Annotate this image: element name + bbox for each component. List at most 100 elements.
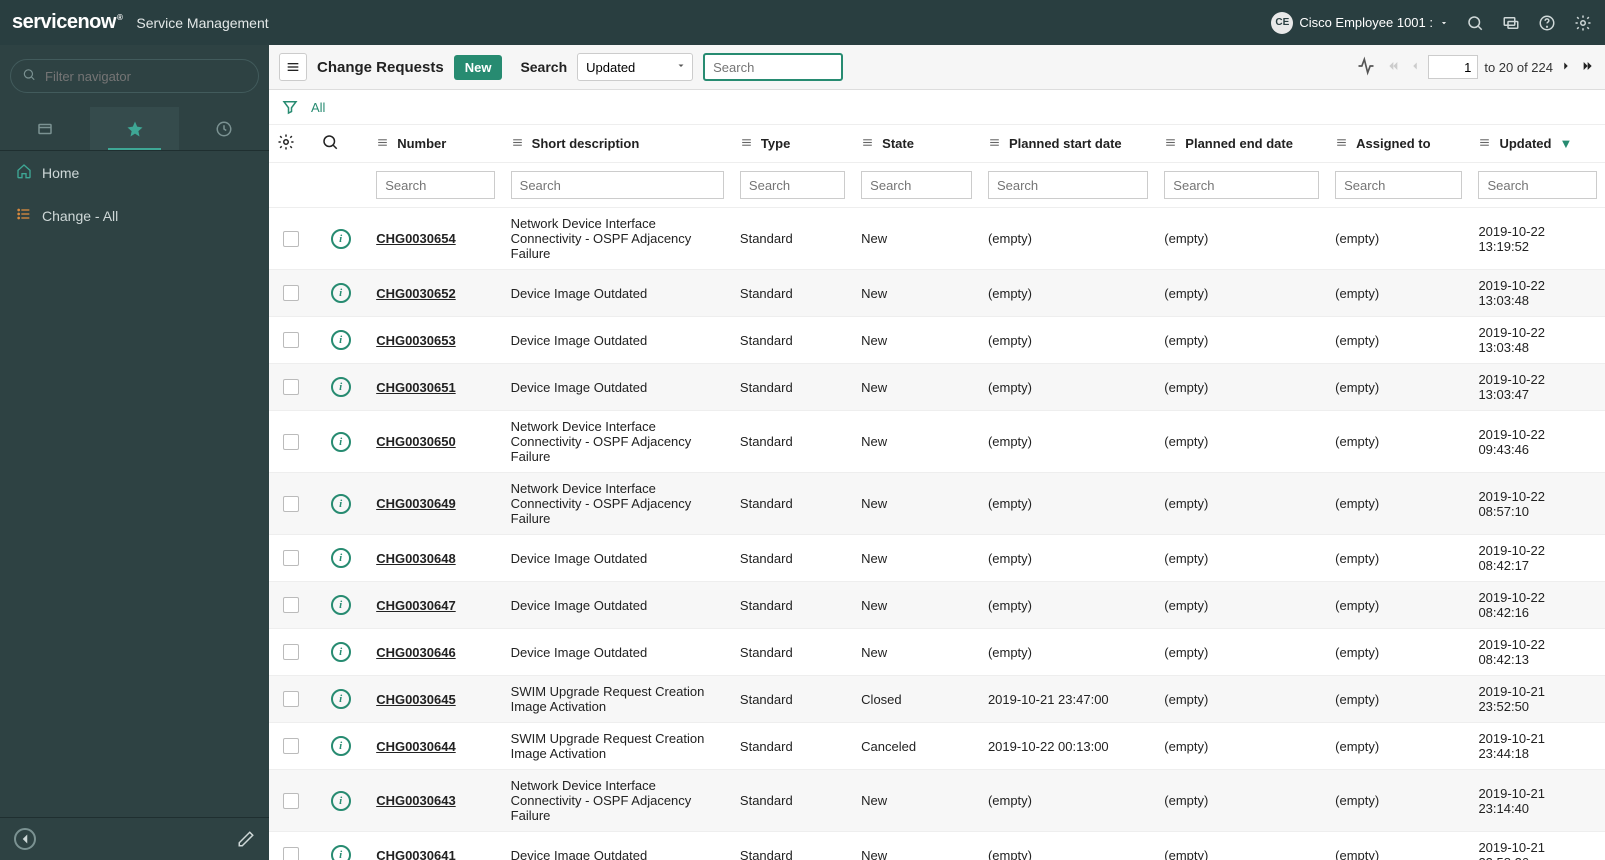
search-row-toggle[interactable]	[321, 133, 339, 151]
column-header-planned_end[interactable]: Planned end date	[1156, 125, 1327, 163]
row-preview-button[interactable]: i	[331, 689, 351, 709]
record-number-link[interactable]: CHG0030646	[376, 645, 456, 660]
breadcrumb-all[interactable]: All	[311, 100, 325, 115]
row-checkbox[interactable]	[283, 434, 299, 450]
column-header-type[interactable]: Type	[732, 125, 853, 163]
column-filter-planned_start[interactable]	[988, 171, 1148, 199]
edit-favorites-button[interactable]	[237, 830, 255, 848]
record-number-link[interactable]: CHG0030645	[376, 692, 456, 707]
column-filter-planned_end[interactable]	[1164, 171, 1319, 199]
nav-tab-favorites[interactable]	[90, 107, 180, 150]
list-search-input[interactable]	[703, 53, 843, 81]
gear-icon	[1574, 14, 1592, 32]
column-header-state[interactable]: State	[853, 125, 980, 163]
page-next-button[interactable]	[1559, 59, 1573, 76]
column-filter-number[interactable]	[376, 171, 494, 199]
row-preview-button[interactable]: i	[331, 845, 351, 860]
cell-planned-start: (empty)	[980, 208, 1156, 270]
row-checkbox[interactable]	[283, 847, 299, 860]
record-number-link[interactable]: CHG0030644	[376, 739, 456, 754]
row-preview-button[interactable]: i	[331, 736, 351, 756]
column-filter-type[interactable]	[740, 171, 845, 199]
column-header-planned_start[interactable]: Planned start date	[980, 125, 1156, 163]
column-header-assigned_to[interactable]: Assigned to	[1327, 125, 1470, 163]
column-header-short_description[interactable]: Short description	[503, 125, 732, 163]
cell-short-description: Network Device Interface Connectivity - …	[503, 208, 732, 270]
page-number-input[interactable]	[1428, 55, 1478, 79]
row-preview-button[interactable]: i	[331, 494, 351, 514]
row-preview-button[interactable]: i	[331, 595, 351, 615]
record-number-link[interactable]: CHG0030651	[376, 380, 456, 395]
pagination: to 20 of 224	[1386, 55, 1595, 79]
breadcrumb-bar: All	[269, 90, 1605, 125]
hamburger-icon	[285, 59, 301, 75]
row-checkbox[interactable]	[283, 550, 299, 566]
column-menu-icon	[511, 136, 524, 152]
row-checkbox[interactable]	[283, 379, 299, 395]
record-number-link[interactable]: CHG0030654	[376, 231, 456, 246]
column-header-number[interactable]: Number	[368, 125, 502, 163]
record-number-link[interactable]: CHG0030650	[376, 434, 456, 449]
record-number-link[interactable]: CHG0030649	[376, 496, 456, 511]
filter-funnel-icon[interactable]	[281, 98, 299, 116]
collapse-navigator-button[interactable]	[14, 828, 36, 850]
column-filter-updated[interactable]	[1478, 171, 1597, 199]
search-field-select[interactable]	[577, 53, 693, 81]
column-label: Number	[397, 136, 446, 151]
column-header-updated[interactable]: Updated▼	[1470, 125, 1605, 163]
cell-short-description: Device Image Outdated	[503, 832, 732, 860]
apps-icon	[36, 120, 54, 138]
column-filter-state[interactable]	[861, 171, 972, 199]
filter-navigator-input[interactable]	[10, 59, 259, 93]
record-number-link[interactable]: CHG0030653	[376, 333, 456, 348]
page-first-button[interactable]	[1386, 58, 1402, 77]
row-checkbox[interactable]	[283, 644, 299, 660]
record-number-link[interactable]: CHG0030652	[376, 286, 456, 301]
column-menu-icon	[740, 136, 753, 152]
activity-stream-button[interactable]	[1356, 56, 1376, 79]
row-checkbox[interactable]	[283, 597, 299, 613]
row-checkbox[interactable]	[283, 691, 299, 707]
row-checkbox[interactable]	[283, 332, 299, 348]
chevron-left-icon	[16, 830, 34, 848]
cell-type: Standard	[732, 676, 853, 723]
global-search-button[interactable]	[1465, 13, 1485, 33]
nav-tab-history[interactable]	[179, 107, 269, 150]
row-checkbox[interactable]	[283, 231, 299, 247]
row-preview-button[interactable]: i	[331, 283, 351, 303]
column-label: Updated	[1499, 136, 1551, 151]
row-preview-button[interactable]: i	[331, 377, 351, 397]
help-button[interactable]	[1537, 13, 1557, 33]
row-preview-button[interactable]: i	[331, 791, 351, 811]
nav-tab-all-apps[interactable]	[0, 107, 90, 150]
cell-updated: 2019-10-22 09:43:46	[1470, 411, 1605, 473]
settings-button[interactable]	[1573, 13, 1593, 33]
chat-button[interactable]	[1501, 13, 1521, 33]
row-preview-button[interactable]: i	[331, 642, 351, 662]
column-filter-assigned_to[interactable]	[1335, 171, 1462, 199]
new-button[interactable]: New	[454, 55, 503, 80]
record-number-link[interactable]: CHG0030643	[376, 793, 456, 808]
row-preview-button[interactable]: i	[331, 229, 351, 249]
page-last-button[interactable]	[1579, 58, 1595, 77]
record-number-link[interactable]: CHG0030641	[376, 848, 456, 860]
sidebar-item-change-all[interactable]: Change - All	[0, 194, 269, 237]
row-preview-button[interactable]: i	[331, 432, 351, 452]
record-number-link[interactable]: CHG0030647	[376, 598, 456, 613]
cell-state: New	[853, 411, 980, 473]
cell-updated: 2019-10-22 13:03:48	[1470, 317, 1605, 364]
list-menu-button[interactable]	[279, 53, 307, 81]
table-row: i CHG0030641 Device Image Outdated Stand…	[269, 832, 1605, 860]
column-filter-short_description[interactable]	[511, 171, 724, 199]
row-checkbox[interactable]	[283, 738, 299, 754]
row-preview-button[interactable]: i	[331, 330, 351, 350]
sidebar-item-home[interactable]: Home	[0, 151, 269, 194]
record-number-link[interactable]: CHG0030648	[376, 551, 456, 566]
row-checkbox[interactable]	[283, 793, 299, 809]
personalize-list-button[interactable]	[277, 133, 295, 151]
row-checkbox[interactable]	[283, 496, 299, 512]
user-menu[interactable]: CE Cisco Employee 1001 :	[1271, 12, 1449, 34]
row-checkbox[interactable]	[283, 285, 299, 301]
row-preview-button[interactable]: i	[331, 548, 351, 568]
page-prev-button[interactable]	[1408, 59, 1422, 76]
